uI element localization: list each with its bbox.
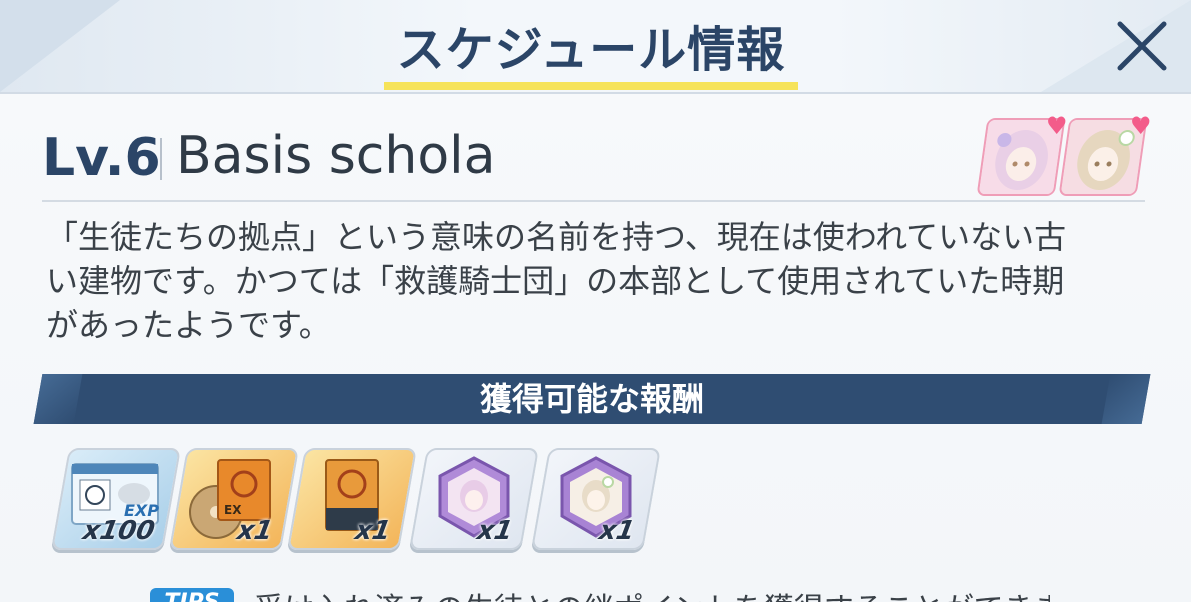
reward-quantity: x1	[234, 516, 276, 546]
description-line: い建物です。かつては「救護騎士団」の本部として使用されていた時期	[46, 262, 1065, 300]
stage-description: 「生徒たちの拠点」という意味の名前を持つ、現在は使われていない古 い建物です。か…	[46, 215, 1146, 347]
reward-quantity: x1	[352, 516, 394, 546]
title-underline	[384, 82, 798, 90]
reward-item[interactable]: x1	[287, 448, 417, 550]
reward-item[interactable]: x1	[409, 448, 539, 550]
affection-heart-icon: ♥	[1046, 112, 1068, 140]
reward-item[interactable]: EXP x100	[51, 448, 181, 550]
description-line: があったようです。	[46, 306, 331, 344]
header-divider	[42, 200, 1145, 202]
stage-name: Basis schola	[176, 126, 496, 186]
page-title: スケジュール情報	[396, 22, 786, 78]
reward-item[interactable]: x1	[531, 448, 661, 550]
stage-level: Lv.6	[42, 128, 161, 188]
affection-heart-icon: ♥	[1130, 112, 1152, 140]
reward-item[interactable]: EX x1	[169, 448, 299, 550]
tips-text: 受け入れ済みの生徒との絆ポイントを獲得することができます	[254, 588, 1050, 602]
reward-quantity: x100	[80, 516, 158, 546]
close-icon	[1117, 21, 1167, 71]
description-line: 「生徒たちの拠点」という意味の名前を持つ、現在は使われていない古	[46, 218, 1067, 256]
reward-quantity: x1	[596, 516, 638, 546]
level-separator	[160, 138, 162, 180]
tips-row: TIPS 受け入れ済みの生徒との絆ポイントを獲得することができます	[150, 588, 1050, 602]
close-button[interactable]	[1110, 14, 1174, 78]
reward-quantity: x1	[474, 516, 516, 546]
tips-badge: TIPS	[150, 588, 234, 602]
rewards-title: 獲得可能な報酬	[479, 380, 704, 418]
svg-text:EX: EX	[224, 503, 242, 517]
header-decoration-left	[0, 0, 120, 92]
